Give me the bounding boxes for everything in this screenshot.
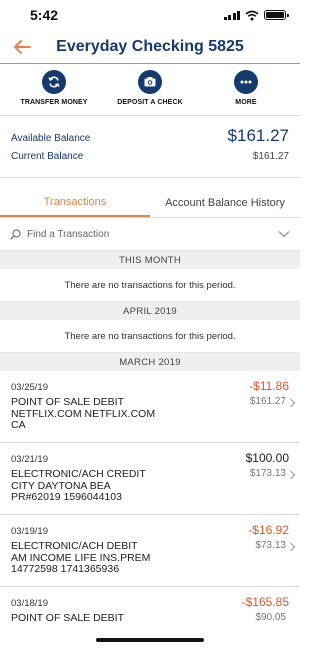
tab-bar: Transactions Account Balance History (0, 189, 300, 218)
wifi-icon (245, 10, 259, 20)
transaction-row[interactable]: 03/21/19 ELECTRONIC/ACH CREDIT CITY DAYT… (0, 443, 300, 515)
battery-icon (264, 10, 289, 20)
status-bar: 5:42 (0, 0, 300, 30)
section-header-this-month: THIS MONTH (0, 251, 300, 269)
transaction-running-balance: $173.13 (249, 468, 286, 479)
available-balance-label: Available Balance (11, 133, 91, 144)
available-balance-value: $161.27 (227, 126, 289, 145)
camera-icon (138, 70, 162, 94)
transaction-running-balance: $73.13 (255, 540, 286, 551)
balance-summary: Available Balance $161.27 Current Balanc… (0, 116, 300, 178)
status-time: 5:42 (30, 7, 59, 23)
transfer-icon (42, 70, 66, 94)
available-balance-row: Available Balance $161.27 (11, 126, 289, 146)
back-arrow-icon[interactable] (11, 36, 33, 58)
more-icon (234, 70, 258, 94)
transaction-running-balance: $90.05 (255, 612, 286, 623)
tab-transactions[interactable]: Transactions (0, 189, 150, 217)
tab-account-balance-history[interactable]: Account Balance History (150, 189, 300, 217)
status-icons (223, 10, 289, 21)
transaction-description: ELECTRONIC/ACH CREDIT CITY DAYTONA BEA P… (11, 468, 146, 503)
chevron-right-icon (290, 542, 296, 552)
deposit-check-label: DEPOSIT A CHECK (117, 99, 183, 106)
transfer-money-button[interactable]: TRANSFER MONEY (6, 64, 102, 115)
quick-actions: TRANSFER MONEY DEPOSIT A CHECK MORE (0, 64, 300, 116)
transfer-money-label: TRANSFER MONEY (20, 99, 88, 106)
transaction-date: 03/25/19 (11, 382, 48, 393)
transaction-amount: $100.00 (245, 451, 289, 465)
empty-april-2019: There are no transactions for this perio… (0, 320, 300, 353)
transaction-amount: -$16.92 (248, 523, 289, 537)
transaction-row[interactable]: 03/25/19 POINT OF SALE DEBIT NETFLIX.COM… (0, 371, 300, 443)
search-input[interactable]: Find a Transaction (27, 229, 278, 240)
transaction-amount: -$165.85 (241, 595, 289, 609)
tabs-area: Transactions Account Balance History (0, 178, 300, 218)
deposit-check-button[interactable]: DEPOSIT A CHECK (102, 64, 198, 115)
chevron-right-icon (290, 398, 296, 408)
section-header-april-2019: APRIL 2019 (0, 302, 300, 320)
transaction-row[interactable]: 03/19/19 ELECTRONIC/ACH DEBIT AM INCOME … (0, 515, 300, 587)
transaction-search[interactable]: Find a Transaction (0, 218, 300, 251)
transaction-description: POINT OF SALE DEBIT (11, 612, 124, 624)
home-indicator[interactable] (96, 638, 204, 642)
transaction-description: POINT OF SALE DEBIT NETFLIX.COM NETFLIX.… (11, 396, 156, 431)
cellular-signal-icon (223, 10, 240, 20)
more-label: MORE (235, 99, 257, 106)
search-icon (10, 228, 21, 240)
transaction-description: ELECTRONIC/ACH DEBIT AM INCOME LIFE INS.… (11, 540, 151, 575)
current-balance-row: Current Balance $161.27 (11, 151, 289, 162)
empty-this-month: There are no transactions for this perio… (0, 269, 300, 302)
page-title: Everyday Checking 5825 (56, 37, 244, 55)
page-header: Everyday Checking 5825 (0, 30, 300, 64)
transaction-running-balance: $161.27 (249, 396, 286, 407)
transaction-date: 03/19/19 (11, 526, 48, 537)
chevron-down-icon[interactable] (278, 230, 290, 238)
current-balance-value: $161.27 (252, 151, 289, 162)
transaction-amount: -$11.86 (249, 379, 289, 393)
current-balance-label: Current Balance (11, 151, 84, 162)
more-button[interactable]: MORE (198, 64, 294, 115)
section-header-march-2019: MARCH 2019 (0, 353, 300, 371)
chevron-right-icon (290, 470, 296, 480)
